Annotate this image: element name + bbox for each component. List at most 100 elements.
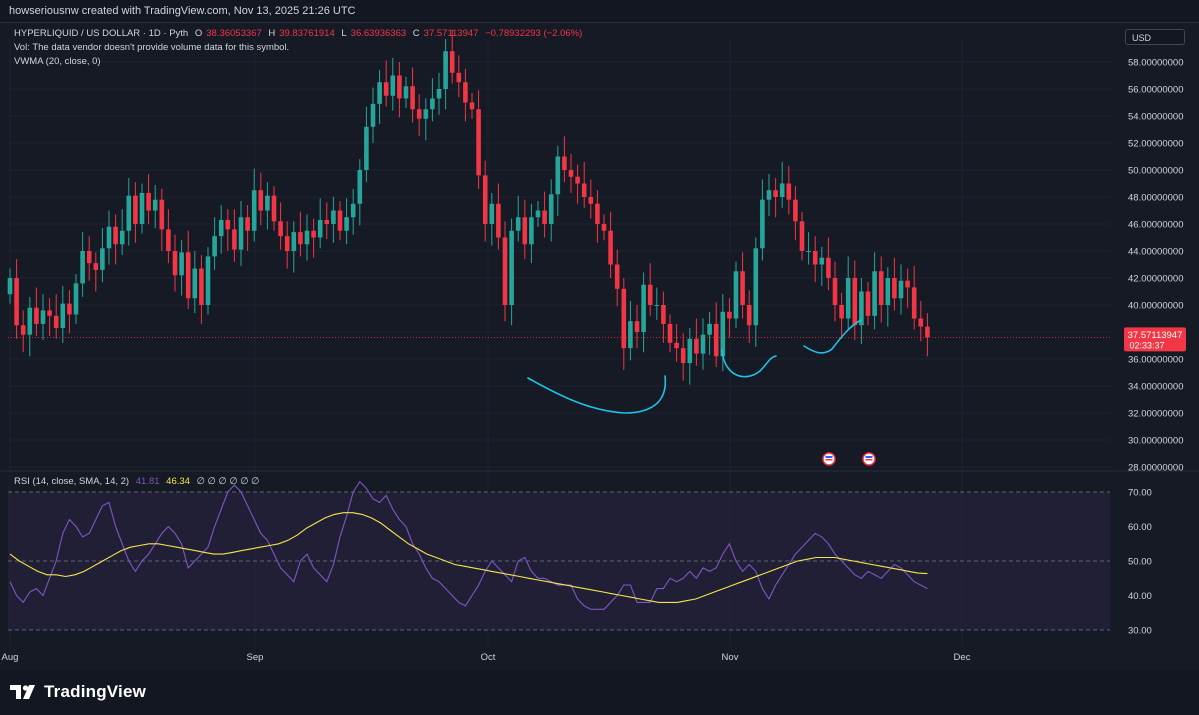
candle-body — [7, 278, 13, 295]
chart-canvas[interactable]: 28.00000000 30.00000000 32.00000000 34.0000… — [0, 23, 1199, 671]
candle-body — [218, 219, 224, 237]
flag-stripe — [865, 459, 873, 461]
candle-body — [687, 338, 693, 364]
candle-body — [694, 338, 699, 354]
candle-body — [621, 288, 627, 349]
candle-body — [793, 199, 798, 222]
vwma-legend[interactable]: VWMA (20, close, 0) — [14, 56, 105, 67]
time-axis-label: Aug — [2, 652, 19, 663]
candle-body — [799, 221, 805, 251]
candle-body — [159, 199, 165, 230]
candle-body — [377, 82, 382, 104]
candle-body — [205, 256, 211, 305]
candle-body — [865, 291, 871, 316]
candle-body — [430, 98, 435, 110]
candle-body — [733, 271, 739, 319]
price-tag-countdown: 02:33:37 — [1129, 340, 1164, 350]
rsi-label: RSI (14, close, SMA, 14, 2) — [14, 476, 130, 487]
rsi-axis-label: 40.00 — [1128, 591, 1152, 602]
candle-body — [324, 219, 330, 224]
candle-body — [258, 190, 264, 211]
candle-body — [832, 278, 838, 305]
candle-body — [34, 307, 39, 324]
candle-body — [317, 219, 323, 238]
candle-body — [20, 325, 26, 335]
candle-body — [383, 82, 389, 96]
candle-body — [298, 232, 303, 245]
rsi-legend[interactable]: RSI (14, close, SMA, 14, 2) 41.81 46.34 … — [14, 476, 263, 487]
candle-body — [476, 109, 481, 176]
rsi-axis-label: 50.00 — [1128, 557, 1152, 568]
flag-stripe — [825, 456, 833, 458]
candle-body — [760, 199, 765, 249]
candle-body — [839, 305, 844, 319]
attribution-bar: howseriousnw created with TradingView.co… — [0, 0, 1199, 22]
price-axis-label: 42.00000000 — [1128, 274, 1183, 285]
open-value: 38.36053367 — [206, 28, 262, 39]
candle-body — [654, 305, 660, 306]
candle-body — [212, 236, 217, 257]
candle-body — [331, 210, 336, 224]
rsi-axis-label: 70.00 — [1128, 488, 1152, 499]
candle-body — [740, 271, 745, 305]
candle-body — [119, 230, 125, 245]
candle-body — [225, 219, 231, 230]
candle-body — [766, 190, 772, 200]
candle-body — [898, 280, 904, 299]
candle-body — [786, 183, 792, 200]
candle-body — [515, 217, 521, 231]
price-axis-label: 30.00000000 — [1128, 436, 1183, 447]
event-flag-icon — [822, 452, 836, 466]
volume-note: Vol: The data vendor doesn't provide vol… — [14, 42, 293, 53]
candle-body — [93, 263, 99, 270]
time-axis-label: Oct — [481, 652, 496, 663]
candle-body — [304, 230, 310, 245]
price-tag-value: 37.57113947 — [1128, 330, 1183, 341]
chart-frame[interactable]: 28.00000000 30.00000000 32.00000000 34.0000… — [0, 22, 1199, 671]
candle-body — [47, 310, 52, 316]
candle-body — [588, 197, 594, 204]
candle-body — [819, 257, 825, 265]
rsi-axis-label: 30.00 — [1128, 626, 1152, 637]
candle-body — [595, 203, 600, 224]
candle-body — [251, 190, 257, 231]
candle-body — [232, 229, 237, 250]
price-axis-label: 56.00000000 — [1128, 85, 1183, 96]
price-axis-label: 28.00000000 — [1128, 463, 1183, 474]
candle-body — [680, 348, 686, 364]
candle-body — [502, 237, 508, 305]
price-axis-label: 48.00000000 — [1128, 193, 1183, 204]
candle-body — [397, 75, 402, 99]
candle-body — [86, 251, 92, 264]
candle-body — [628, 321, 633, 349]
candle-body — [443, 51, 448, 89]
currency-button[interactable]: USD — [1125, 29, 1185, 45]
flag-stripe — [865, 456, 873, 458]
candle-body — [436, 89, 442, 99]
candle-body — [185, 252, 191, 299]
low-value: 36.63936363 — [350, 28, 407, 39]
candle-body — [522, 217, 528, 245]
price-axis-label: 46.00000000 — [1128, 220, 1183, 231]
rsi-value: 41.81 — [135, 476, 160, 487]
candle-body — [753, 248, 759, 326]
candle-body — [608, 230, 613, 265]
candle-body — [469, 102, 475, 110]
candle-body — [713, 323, 719, 357]
candle-body — [364, 126, 369, 170]
price-tag: 37.5711394702:33:37 — [1124, 327, 1186, 352]
high-value: 39.83761914 — [279, 28, 335, 39]
candle-body — [350, 203, 356, 218]
price-axis-label: 52.00000000 — [1128, 139, 1183, 150]
candle-body — [601, 224, 607, 231]
candle-body — [529, 217, 534, 245]
candle-body — [542, 210, 547, 224]
candle-body — [885, 278, 891, 305]
candle-body — [845, 278, 851, 319]
candle-body — [390, 75, 396, 96]
rsi-extra-values: ∅ ∅ ∅ ∅ ∅ ∅ — [196, 476, 260, 487]
candle-body — [581, 183, 587, 197]
candle-body — [925, 326, 930, 338]
candle-body — [674, 342, 679, 349]
candle-body — [667, 323, 673, 343]
